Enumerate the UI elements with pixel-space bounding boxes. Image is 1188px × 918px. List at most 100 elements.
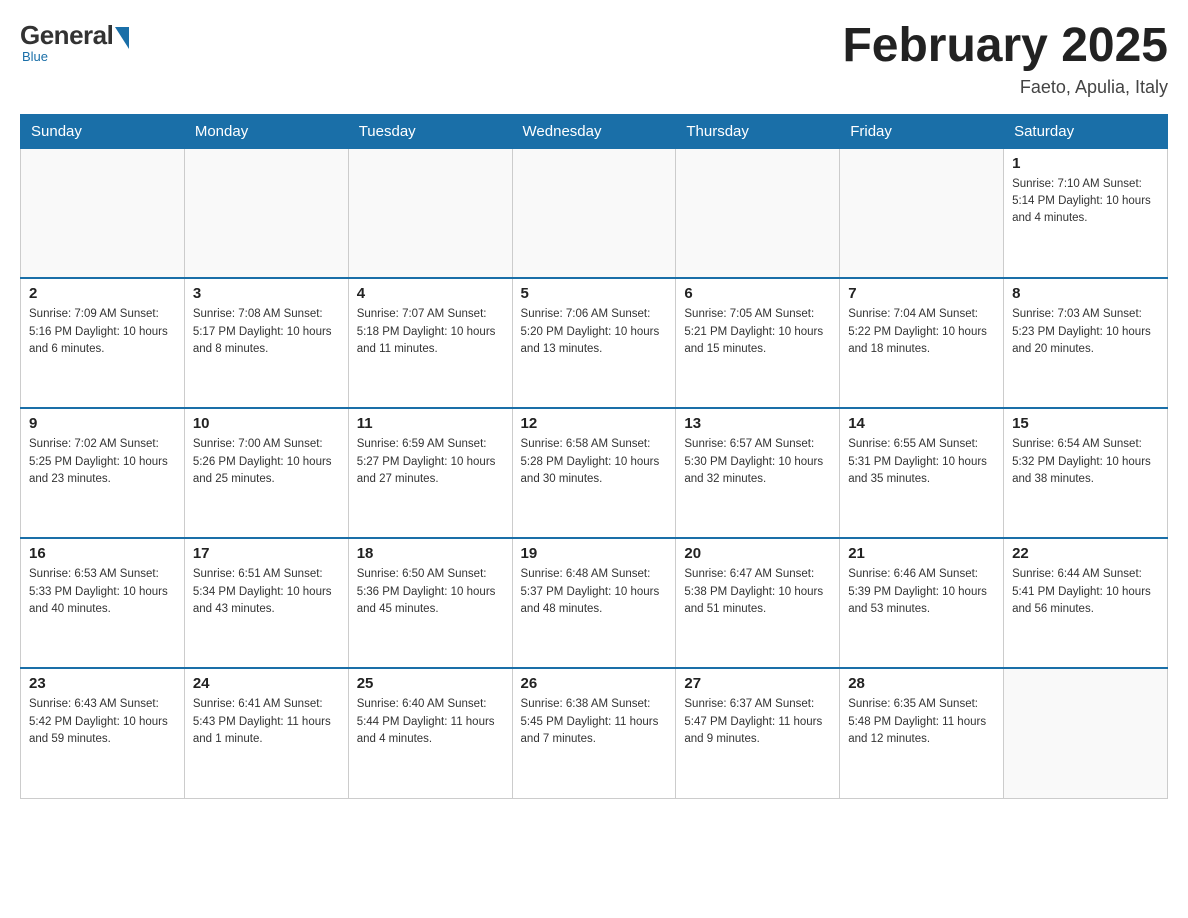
day-info: Sunrise: 7:03 AM Sunset: 5:23 PM Dayligh… bbox=[1012, 306, 1159, 358]
day-number: 28 bbox=[848, 675, 995, 692]
weekday-header-friday: Friday bbox=[840, 114, 1004, 148]
day-number: 12 bbox=[521, 415, 668, 432]
weekday-header-monday: Monday bbox=[184, 114, 348, 148]
day-cell: 4 Sunrise: 7:07 AM Sunset: 5:18 PM Daylig… bbox=[348, 278, 512, 408]
day-number: 8 bbox=[1012, 285, 1159, 302]
day-info: Sunrise: 6:37 AM Sunset: 5:47 PM Dayligh… bbox=[684, 696, 831, 748]
location-text: Faeto, Apulia, Italy bbox=[842, 77, 1168, 98]
day-info: Sunrise: 6:55 AM Sunset: 5:31 PM Dayligh… bbox=[848, 436, 995, 488]
day-info: Sunrise: 6:48 AM Sunset: 5:37 PM Dayligh… bbox=[521, 566, 668, 618]
day-info: Sunrise: 6:50 AM Sunset: 5:36 PM Dayligh… bbox=[357, 566, 504, 618]
day-cell: 25Sunrise: 6:40 AM Sunset: 5:44 PM Dayli… bbox=[348, 668, 512, 798]
day-cell bbox=[676, 148, 840, 278]
weekday-header-thursday: Thursday bbox=[676, 114, 840, 148]
day-info: Sunrise: 6:57 AM Sunset: 5:30 PM Dayligh… bbox=[684, 436, 831, 488]
day-cell: 20Sunrise: 6:47 AM Sunset: 5:38 PM Dayli… bbox=[676, 538, 840, 668]
week-row-1: 1Sunrise: 7:10 AM Sunset: 5:14 PM Daylig… bbox=[21, 148, 1168, 278]
day-cell: 22 Sunrise: 6:44 AM Sunset: 5:41 PM Dayli… bbox=[1004, 538, 1168, 668]
day-info: Sunrise: 6:46 AM Sunset: 5:39 PM Dayligh… bbox=[848, 566, 995, 618]
day-cell: 16 Sunrise: 6:53 AM Sunset: 5:33 PM Dayli… bbox=[21, 538, 185, 668]
day-cell: 18 Sunrise: 6:50 AM Sunset: 5:36 PM Dayli… bbox=[348, 538, 512, 668]
day-info: Sunrise: 6:40 AM Sunset: 5:44 PM Dayligh… bbox=[357, 696, 504, 748]
day-info: Sunrise: 7:10 AM Sunset: 5:14 PM Dayligh… bbox=[1012, 176, 1159, 228]
day-info: Sunrise: 6:38 AM Sunset: 5:45 PM Dayligh… bbox=[521, 696, 668, 748]
day-cell bbox=[184, 148, 348, 278]
day-info: Sunrise: 7:06 AM Sunset: 5:20 PM Dayligh… bbox=[521, 306, 668, 358]
day-number: 9 bbox=[29, 415, 176, 432]
day-info: Sunrise: 6:41 AM Sunset: 5:43 PM Dayligh… bbox=[193, 696, 340, 748]
day-number: 15 bbox=[1012, 415, 1159, 432]
week-row-5: 23 Sunrise: 6:43 AM Sunset: 5:42 PM Dayli… bbox=[21, 668, 1168, 798]
day-info: Sunrise: 6:54 AM Sunset: 5:32 PM Dayligh… bbox=[1012, 436, 1159, 488]
day-cell: 9 Sunrise: 7:02 AM Sunset: 5:25 PM Daylig… bbox=[21, 408, 185, 538]
day-info: Sunrise: 6:59 AM Sunset: 5:27 PM Dayligh… bbox=[357, 436, 504, 488]
day-cell: 5Sunrise: 7:06 AM Sunset: 5:20 PM Daylig… bbox=[512, 278, 676, 408]
day-number: 13 bbox=[684, 415, 831, 432]
day-info: Sunrise: 6:58 AM Sunset: 5:28 PM Dayligh… bbox=[521, 436, 668, 488]
day-cell: 26 Sunrise: 6:38 AM Sunset: 5:45 PM Dayli… bbox=[512, 668, 676, 798]
day-number: 11 bbox=[357, 415, 504, 432]
month-title: February 2025 bbox=[842, 20, 1168, 73]
day-cell: 7 Sunrise: 7:04 AM Sunset: 5:22 PM Daylig… bbox=[840, 278, 1004, 408]
day-number: 19 bbox=[521, 545, 668, 562]
day-cell: 17 Sunrise: 6:51 AM Sunset: 5:34 PM Dayli… bbox=[184, 538, 348, 668]
day-number: 18 bbox=[357, 545, 504, 562]
day-number: 26 bbox=[521, 675, 668, 692]
day-number: 21 bbox=[848, 545, 995, 562]
day-cell: 8 Sunrise: 7:03 AM Sunset: 5:23 PM Daylig… bbox=[1004, 278, 1168, 408]
day-cell: 15 Sunrise: 6:54 AM Sunset: 5:32 PM Dayli… bbox=[1004, 408, 1168, 538]
day-cell: 13 Sunrise: 6:57 AM Sunset: 5:30 PM Dayli… bbox=[676, 408, 840, 538]
day-number: 7 bbox=[848, 285, 995, 302]
weekday-header-sunday: Sunday bbox=[21, 114, 185, 148]
weekday-header-saturday: Saturday bbox=[1004, 114, 1168, 148]
day-cell: 24 Sunrise: 6:41 AM Sunset: 5:43 PM Dayli… bbox=[184, 668, 348, 798]
week-row-2: 2 Sunrise: 7:09 AM Sunset: 5:16 PM Daylig… bbox=[21, 278, 1168, 408]
logo-blue-text: Blue bbox=[22, 49, 48, 64]
day-info: Sunrise: 7:07 AM Sunset: 5:18 PM Dayligh… bbox=[357, 306, 504, 358]
day-cell: 12 Sunrise: 6:58 AM Sunset: 5:28 PM Dayli… bbox=[512, 408, 676, 538]
day-number: 23 bbox=[29, 675, 176, 692]
day-number: 27 bbox=[684, 675, 831, 692]
day-number: 17 bbox=[193, 545, 340, 562]
logo-arrow-icon bbox=[115, 27, 129, 49]
week-row-3: 9 Sunrise: 7:02 AM Sunset: 5:25 PM Daylig… bbox=[21, 408, 1168, 538]
day-cell: 19 Sunrise: 6:48 AM Sunset: 5:37 PM Dayli… bbox=[512, 538, 676, 668]
logo: General Blue bbox=[20, 20, 129, 64]
day-cell bbox=[348, 148, 512, 278]
day-info: Sunrise: 7:02 AM Sunset: 5:25 PM Dayligh… bbox=[29, 436, 176, 488]
logo-general-text: General bbox=[20, 20, 113, 51]
day-number: 2 bbox=[29, 285, 176, 302]
day-info: Sunrise: 6:53 AM Sunset: 5:33 PM Dayligh… bbox=[29, 566, 176, 618]
day-info: Sunrise: 6:35 AM Sunset: 5:48 PM Dayligh… bbox=[848, 696, 995, 748]
day-cell: 27 Sunrise: 6:37 AM Sunset: 5:47 PM Dayli… bbox=[676, 668, 840, 798]
day-cell bbox=[1004, 668, 1168, 798]
day-cell: 10Sunrise: 7:00 AM Sunset: 5:26 PM Dayli… bbox=[184, 408, 348, 538]
weekday-header-row: SundayMondayTuesdayWednesdayThursdayFrid… bbox=[21, 114, 1168, 148]
day-info: Sunrise: 7:00 AM Sunset: 5:26 PM Dayligh… bbox=[193, 436, 340, 488]
day-number: 22 bbox=[1012, 545, 1159, 562]
day-number: 14 bbox=[848, 415, 995, 432]
day-info: Sunrise: 7:05 AM Sunset: 5:21 PM Dayligh… bbox=[684, 306, 831, 358]
day-info: Sunrise: 6:51 AM Sunset: 5:34 PM Dayligh… bbox=[193, 566, 340, 618]
day-number: 16 bbox=[29, 545, 176, 562]
day-info: Sunrise: 6:44 AM Sunset: 5:41 PM Dayligh… bbox=[1012, 566, 1159, 618]
day-cell: 28 Sunrise: 6:35 AM Sunset: 5:48 PM Dayli… bbox=[840, 668, 1004, 798]
day-number: 24 bbox=[193, 675, 340, 692]
week-row-4: 16 Sunrise: 6:53 AM Sunset: 5:33 PM Dayli… bbox=[21, 538, 1168, 668]
day-cell: 6 Sunrise: 7:05 AM Sunset: 5:21 PM Daylig… bbox=[676, 278, 840, 408]
calendar-table: SundayMondayTuesdayWednesdayThursdayFrid… bbox=[20, 114, 1168, 799]
day-number: 3 bbox=[193, 285, 340, 302]
day-info: Sunrise: 7:09 AM Sunset: 5:16 PM Dayligh… bbox=[29, 306, 176, 358]
day-cell: 23 Sunrise: 6:43 AM Sunset: 5:42 PM Dayli… bbox=[21, 668, 185, 798]
day-cell bbox=[21, 148, 185, 278]
day-number: 4 bbox=[357, 285, 504, 302]
day-info: Sunrise: 7:04 AM Sunset: 5:22 PM Dayligh… bbox=[848, 306, 995, 358]
day-cell: 14 Sunrise: 6:55 AM Sunset: 5:31 PM Dayli… bbox=[840, 408, 1004, 538]
weekday-header-wednesday: Wednesday bbox=[512, 114, 676, 148]
day-info: Sunrise: 6:43 AM Sunset: 5:42 PM Dayligh… bbox=[29, 696, 176, 748]
day-number: 6 bbox=[684, 285, 831, 302]
day-cell: 21 Sunrise: 6:46 AM Sunset: 5:39 PM Dayli… bbox=[840, 538, 1004, 668]
day-cell: 2 Sunrise: 7:09 AM Sunset: 5:16 PM Daylig… bbox=[21, 278, 185, 408]
day-cell bbox=[512, 148, 676, 278]
day-info: Sunrise: 7:08 AM Sunset: 5:17 PM Dayligh… bbox=[193, 306, 340, 358]
